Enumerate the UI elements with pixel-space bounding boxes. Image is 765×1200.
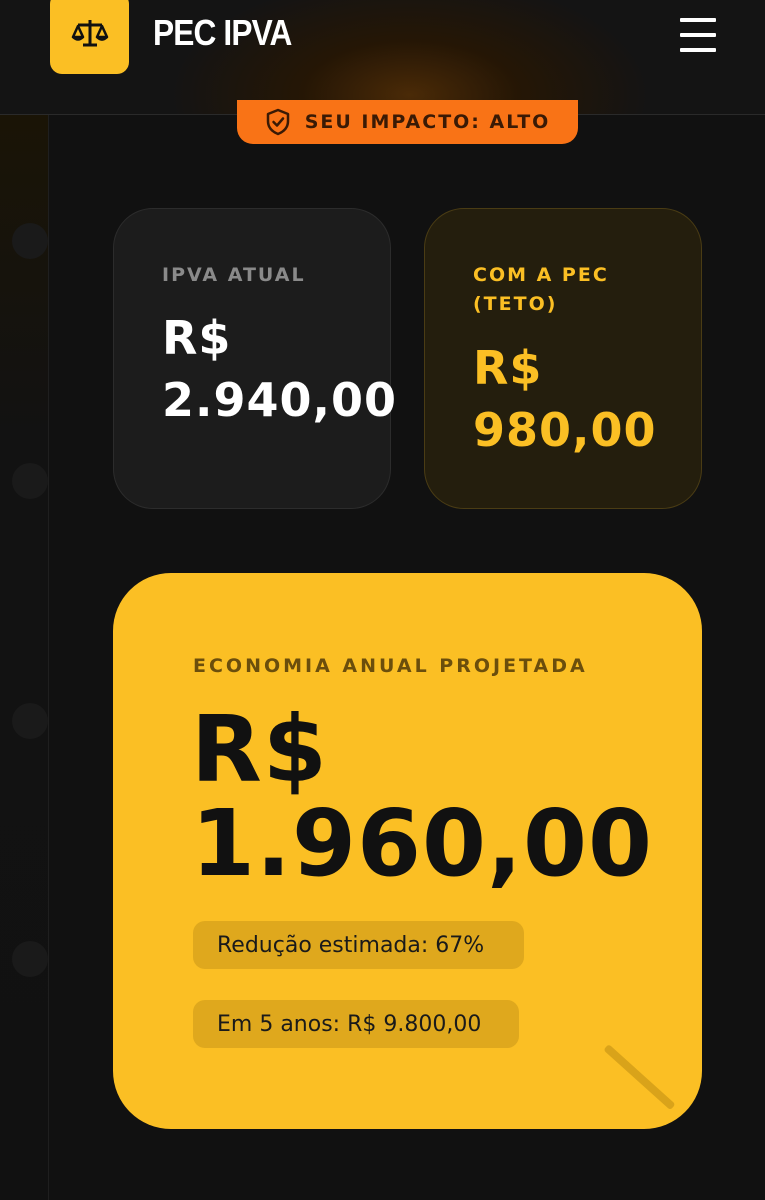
scales-icon [71,20,108,47]
decorative-line [603,1044,676,1111]
savings-label: ECONOMIA ANUAL PROJETADA [193,655,588,677]
ipva-pec-label: COM A PEC (TETO) [473,264,609,315]
ipva-current-value: R$ 2.940,00 [162,311,397,427]
reduction-chip: Redução estimada: 67% [193,921,524,969]
app-header: PEC IPVA [0,0,765,115]
page: PEC IPVA SEU IMPACTO: ALTO IPVA ATUAL R$… [0,0,765,1200]
app-title: PEC IPVA [153,12,292,53]
hamburger-menu-icon[interactable] [678,16,718,56]
ipva-pec-value: R$ 980,00 [473,341,657,457]
impact-text: SEU IMPACTO: ALTO [304,111,551,133]
rail-dot [12,223,48,259]
ipva-current-label: IPVA ATUAL [162,264,306,286]
side-rail [0,115,49,1200]
shield-check-icon [266,108,289,136]
ipva-pec-card: COM A PEC (TETO) R$ 980,00 [424,208,702,509]
five-year-chip: Em 5 anos: R$ 9.800,00 [193,1000,519,1048]
rail-dot [12,463,48,499]
app-logo[interactable] [50,0,129,74]
impact-badge: SEU IMPACTO: ALTO [237,100,578,144]
annual-savings-card: ECONOMIA ANUAL PROJETADA R$ 1.960,00 Red… [113,573,702,1129]
ipva-current-card: IPVA ATUAL R$ 2.940,00 [113,208,396,509]
savings-value: R$ 1.960,00 [191,696,653,897]
rail-dot [12,703,48,739]
rail-dot [12,941,48,977]
